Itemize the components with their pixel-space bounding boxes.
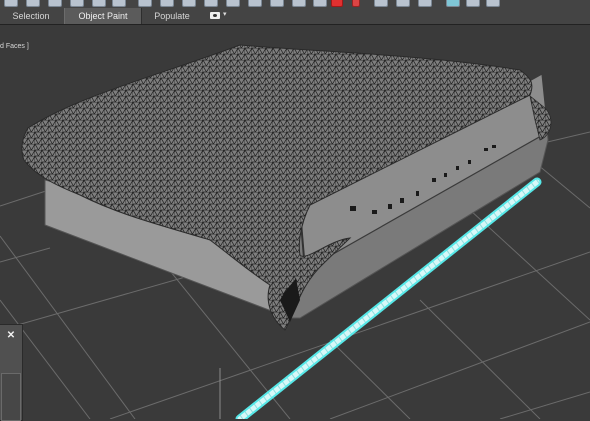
viewport-display-icon (210, 12, 220, 19)
viewport-scene (0, 44, 590, 419)
toolbar-icon[interactable] (138, 0, 152, 7)
chevron-down-icon: ▾ (223, 11, 227, 18)
toolbar-icon[interactable] (204, 0, 218, 7)
toolbar-icon[interactable] (70, 0, 84, 7)
ribbon-display-dropdown[interactable]: ▾ (208, 10, 230, 22)
toolbar-icon[interactable] (248, 0, 262, 7)
toolbar-icon[interactable] (486, 0, 500, 7)
floating-panel: ✕ (0, 324, 23, 421)
toolbar-icon[interactable] (466, 0, 480, 7)
viewport-label[interactable]: d Faces ] (0, 43, 29, 50)
toolbar-icon[interactable] (226, 0, 240, 7)
toolbar-icon[interactable] (313, 0, 327, 7)
toolbar-icon[interactable] (26, 0, 40, 7)
toolbar-icon[interactable] (92, 0, 106, 7)
toolbar-icon[interactable] (396, 0, 410, 7)
perspective-viewport[interactable]: d Faces ] (0, 25, 590, 419)
tab-populate[interactable]: Populate (142, 8, 202, 24)
ribbon-tab-bar: Selection Object Paint Populate ▾ (0, 8, 590, 25)
color-swatch-icon[interactable] (331, 0, 343, 7)
close-icon[interactable]: ✕ (0, 325, 22, 347)
tab-object-paint[interactable]: Object Paint (64, 8, 142, 24)
toolbar-icon[interactable] (182, 0, 196, 7)
toolbar-icon[interactable] (292, 0, 306, 7)
toolbar-icon[interactable] (374, 0, 388, 7)
toolbar-icon[interactable] (418, 0, 432, 7)
panel-content (1, 373, 21, 421)
render-icon[interactable] (352, 0, 360, 7)
toolbar-icon[interactable] (270, 0, 284, 7)
toolbar-icon[interactable] (160, 0, 174, 7)
toolbar-icon[interactable] (446, 0, 460, 7)
toolbar-icon[interactable] (4, 0, 18, 7)
toolbar-icon[interactable] (48, 0, 62, 7)
tab-selection[interactable]: Selection (0, 8, 62, 24)
toolbar-icon[interactable] (112, 0, 126, 7)
